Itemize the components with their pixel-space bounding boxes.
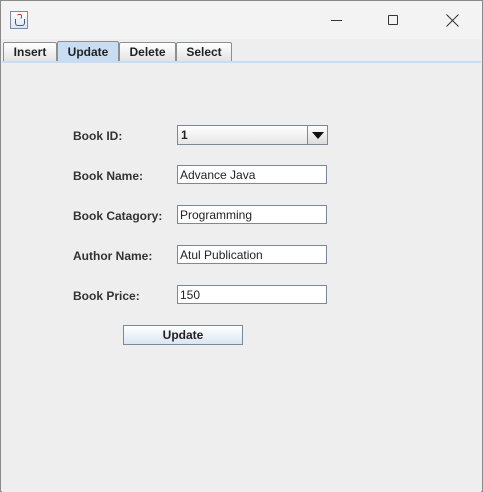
- close-button[interactable]: [429, 1, 475, 39]
- book-name-label: Book Name:: [73, 169, 144, 183]
- dropdown-button[interactable]: [307, 126, 327, 144]
- tab-update[interactable]: Update: [57, 41, 119, 62]
- book-id-combobox[interactable]: 1: [177, 125, 328, 145]
- app-window: Insert Update Delete Select Book ID: 1 B…: [0, 0, 483, 492]
- tab-delete[interactable]: Delete: [119, 42, 176, 61]
- book-category-field[interactable]: Programming: [177, 205, 327, 224]
- book-price-label: Book Price:: [73, 289, 140, 303]
- update-button[interactable]: Update: [123, 325, 243, 345]
- author-name-label: Author Name:: [73, 249, 153, 263]
- book-id-value: 1: [181, 128, 188, 142]
- tab-select[interactable]: Select: [176, 42, 232, 61]
- close-icon: [446, 14, 459, 27]
- book-category-label: Book Catagory:: [73, 209, 163, 223]
- title-bar[interactable]: [1, 1, 482, 39]
- tab-insert[interactable]: Insert: [3, 42, 57, 61]
- book-name-field[interactable]: Advance Java: [177, 165, 327, 184]
- book-id-label: Book ID:: [73, 129, 123, 143]
- book-price-field[interactable]: 150: [177, 285, 327, 304]
- chevron-down-icon: [311, 131, 324, 139]
- tab-strip: Insert Update Delete Select: [3, 41, 481, 62]
- maximize-icon: [388, 15, 398, 25]
- java-cup-icon[interactable]: [10, 11, 28, 29]
- maximize-button[interactable]: [370, 1, 416, 39]
- author-name-field[interactable]: Atul Publication: [177, 245, 327, 264]
- minimize-icon: [330, 19, 342, 21]
- minimize-button[interactable]: [313, 1, 359, 39]
